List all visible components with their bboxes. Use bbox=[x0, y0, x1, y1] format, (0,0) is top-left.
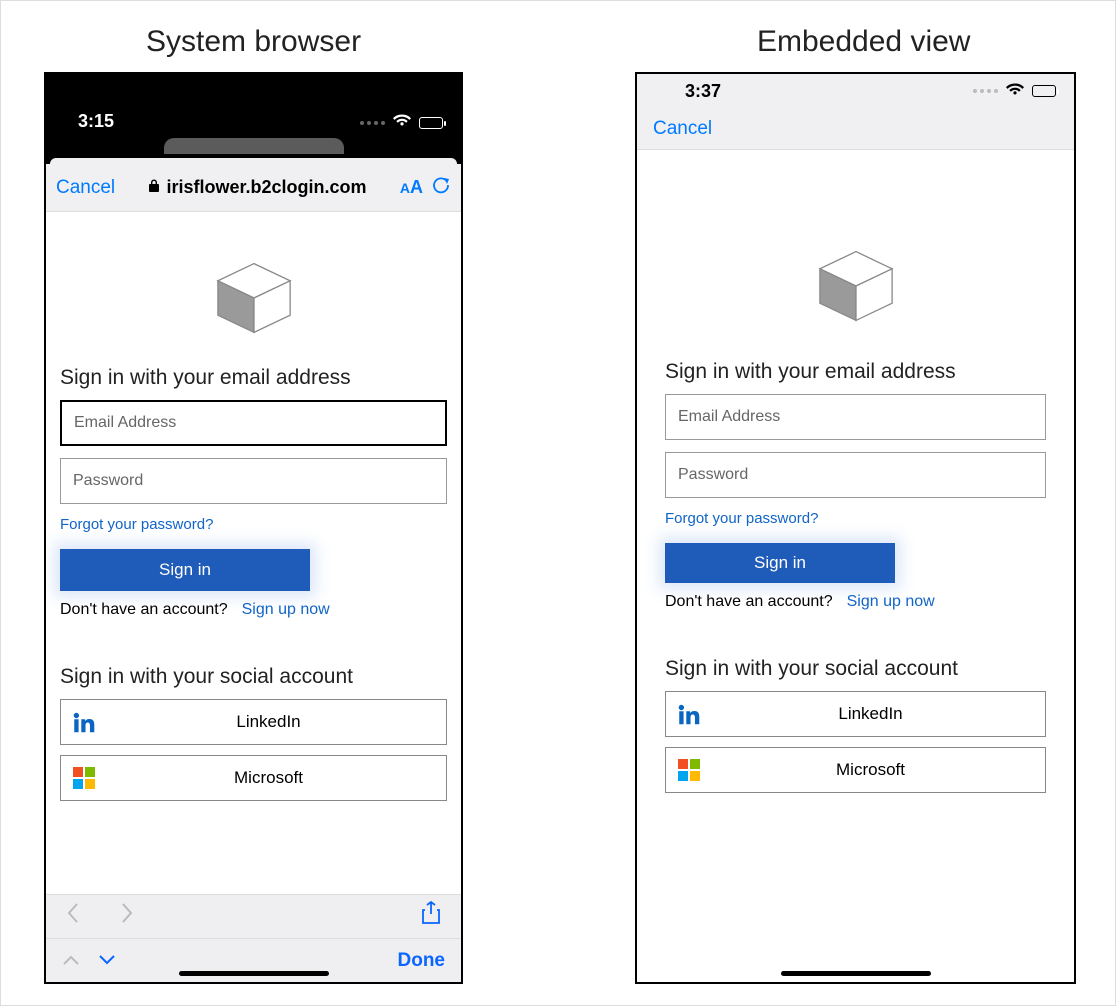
password-field[interactable]: Password bbox=[665, 452, 1046, 498]
heading-social-signin: Sign in with your social account bbox=[60, 665, 447, 689]
heading-email-signin: Sign in with your email address bbox=[60, 366, 447, 390]
cellular-icon bbox=[360, 121, 385, 125]
signup-link[interactable]: Sign up now bbox=[847, 593, 935, 611]
browser-address-bar: Cancel irisflower.b2clogin.com AA bbox=[46, 164, 461, 212]
linkedin-icon bbox=[69, 709, 99, 735]
chevron-up-icon[interactable] bbox=[62, 950, 80, 971]
heading-social-signin: Sign in with your social account bbox=[665, 657, 1046, 681]
status-indicators bbox=[973, 82, 1056, 101]
done-button[interactable]: Done bbox=[398, 950, 446, 972]
email-field[interactable]: Email Address bbox=[665, 394, 1046, 440]
forgot-password-link[interactable]: Forgot your password? bbox=[665, 510, 1046, 527]
social-linkedin-button[interactable]: LinkedIn bbox=[60, 699, 447, 745]
battery-icon bbox=[419, 117, 443, 129]
linkedin-icon bbox=[674, 701, 704, 727]
status-bar: 3:15 bbox=[46, 74, 461, 138]
signin-page: Sign in with your email address Email Ad… bbox=[637, 150, 1074, 793]
url-text: irisflower.b2clogin.com bbox=[166, 177, 366, 198]
title-system-browser: System browser bbox=[146, 25, 361, 59]
forgot-password-link[interactable]: Forgot your password? bbox=[60, 516, 447, 533]
forward-icon[interactable] bbox=[120, 902, 134, 931]
logo-cube-icon bbox=[813, 246, 899, 326]
email-field[interactable]: Email Address bbox=[60, 400, 447, 446]
lock-icon bbox=[148, 179, 160, 196]
home-indicator[interactable] bbox=[179, 971, 329, 976]
wifi-icon bbox=[1006, 82, 1024, 101]
battery-icon bbox=[1032, 85, 1056, 97]
share-icon[interactable] bbox=[421, 901, 441, 932]
tab-strip bbox=[46, 138, 461, 158]
microsoft-icon bbox=[674, 759, 704, 781]
phone-system-browser: 3:15 Cancel irisflower.b2clogin.com bbox=[44, 72, 463, 984]
signin-button[interactable]: Sign in bbox=[665, 543, 895, 583]
phone-embedded-view: 3:37 Cancel Sign in with your email addr… bbox=[635, 72, 1076, 984]
social-label: Microsoft bbox=[99, 768, 438, 788]
back-icon[interactable] bbox=[66, 902, 80, 931]
cellular-icon bbox=[973, 89, 998, 93]
logo-cube-icon bbox=[211, 258, 297, 338]
social-microsoft-button[interactable]: Microsoft bbox=[60, 755, 447, 801]
chevron-down-icon[interactable] bbox=[98, 950, 116, 971]
social-label: LinkedIn bbox=[704, 704, 1037, 724]
browser-toolbar: Done bbox=[46, 894, 461, 982]
signup-link[interactable]: Sign up now bbox=[242, 601, 330, 619]
password-field[interactable]: Password bbox=[60, 458, 447, 504]
title-embedded-view: Embedded view bbox=[757, 25, 970, 59]
home-indicator[interactable] bbox=[781, 971, 931, 976]
text-size-button[interactable]: AA bbox=[400, 177, 423, 198]
no-account-text: Don't have an account? bbox=[60, 601, 228, 619]
wifi-icon bbox=[393, 113, 411, 132]
social-linkedin-button[interactable]: LinkedIn bbox=[665, 691, 1046, 737]
status-indicators bbox=[360, 113, 443, 132]
nav-bar: Cancel bbox=[637, 108, 1074, 150]
social-label: Microsoft bbox=[704, 760, 1037, 780]
cancel-button[interactable]: Cancel bbox=[56, 177, 115, 199]
no-account-text: Don't have an account? bbox=[665, 593, 833, 611]
reload-icon[interactable] bbox=[431, 175, 451, 201]
microsoft-icon bbox=[69, 767, 99, 789]
url-display[interactable]: irisflower.b2clogin.com bbox=[123, 177, 392, 198]
signin-page: Sign in with your email address Email Ad… bbox=[46, 212, 461, 801]
heading-email-signin: Sign in with your email address bbox=[665, 360, 1046, 384]
social-label: LinkedIn bbox=[99, 712, 438, 732]
status-bar: 3:37 bbox=[637, 74, 1074, 108]
status-time: 3:37 bbox=[685, 81, 721, 102]
social-microsoft-button[interactable]: Microsoft bbox=[665, 747, 1046, 793]
signin-button[interactable]: Sign in bbox=[60, 549, 310, 591]
cancel-button[interactable]: Cancel bbox=[653, 118, 712, 140]
status-time: 3:15 bbox=[78, 111, 114, 132]
